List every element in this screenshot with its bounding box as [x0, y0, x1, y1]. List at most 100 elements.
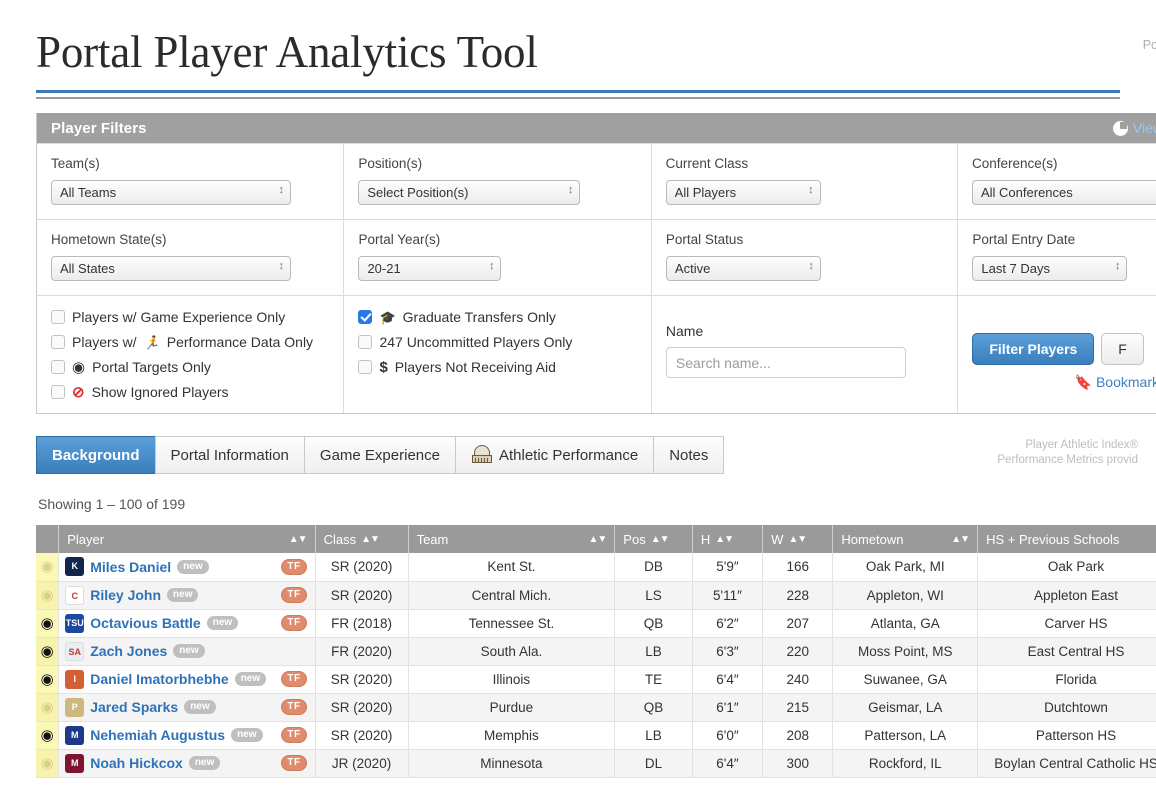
target-icon[interactable]: ◉	[41, 755, 54, 772]
table-row[interactable]: ◉ C Riley John new TF SR (2020) Central Mich. L…	[36, 581, 1156, 610]
player-name-link[interactable]: Noah Hickcox	[90, 755, 183, 771]
row-weight: 215	[762, 693, 833, 722]
player-name-link[interactable]: Nehemiah Augustus	[90, 727, 225, 743]
checkbox-box[interactable]	[51, 360, 65, 374]
player-name-link[interactable]: Jared Sparks	[90, 699, 178, 715]
row-player-cell[interactable]: P Jared Sparks new TF	[58, 693, 316, 722]
view-charts-link[interactable]: View	[1112, 120, 1156, 136]
checkbox-box[interactable]	[358, 335, 373, 349]
sort-arrows-icon[interactable]: ▲▼	[361, 534, 380, 545]
checkbox-graduate-transfers[interactable]: 🎓 Graduate Transfers Only	[358, 309, 636, 325]
row-player-cell[interactable]: TSU Octavious Battle new TF	[58, 609, 316, 638]
checkbox-box[interactable]	[51, 310, 65, 324]
col-pos[interactable]: Pos ▲▼	[614, 525, 693, 553]
checkbox-portal-targets[interactable]: ◉ Portal Targets Only	[51, 359, 329, 375]
row-player-cell[interactable]: SA Zach Jones new	[58, 637, 316, 666]
row-team: Tennessee St.	[407, 609, 615, 638]
checkbox-not-receiving-aid[interactable]: $ Players Not Receiving Aid	[358, 359, 636, 375]
col-class[interactable]: Class ▲▼	[314, 525, 409, 553]
filter-hometown-states: Hometown State(s) All States	[37, 220, 343, 295]
filter-hometown-states-select[interactable]: All States	[51, 256, 291, 281]
new-badge: new	[177, 559, 209, 574]
row-target-toggle[interactable]: ◉	[36, 693, 60, 722]
row-player-cell[interactable]: I Daniel Imatorbhebhe new TF	[58, 665, 316, 694]
row-hometown: Moss Point, MS	[832, 637, 978, 666]
col-height[interactable]: H ▲▼	[691, 525, 763, 553]
target-icon[interactable]: ◉	[41, 727, 54, 744]
target-icon[interactable]: ◉	[41, 558, 54, 575]
target-icon[interactable]: ◉	[41, 615, 54, 632]
search-input[interactable]	[665, 347, 906, 378]
col-hometown[interactable]: Hometown ▲▼	[832, 525, 978, 553]
tab-notes[interactable]: Notes	[653, 436, 725, 474]
filter-positions-select[interactable]: Select Position(s)	[358, 180, 581, 205]
tab-athletic-performance[interactable]: Athletic Performance	[454, 436, 654, 474]
col-weight[interactable]: W ▲▼	[762, 525, 833, 553]
sort-arrows-icon[interactable]: ▲▼	[589, 534, 608, 545]
row-target-toggle[interactable]: ◉	[36, 637, 60, 666]
row-player-cell[interactable]: M Noah Hickcox new TF	[58, 749, 316, 778]
filter-conferences-select[interactable]: All Conferences	[971, 180, 1156, 205]
sort-arrows-icon[interactable]: ▲▼	[715, 534, 734, 545]
filter-teams-select[interactable]: All Teams	[51, 180, 291, 205]
checkbox-247-uncommitted[interactable]: 247 Uncommitted Players Only	[358, 334, 636, 350]
dollar-icon: $	[379, 358, 388, 376]
table-row[interactable]: ◉ SA Zach Jones new FR (2020) South Ala. LB 6'3…	[36, 637, 1156, 666]
target-icon[interactable]: ◉	[41, 587, 54, 604]
col-player[interactable]: Player ▲▼	[58, 525, 316, 553]
tab-game-experience[interactable]: Game Experience	[303, 436, 455, 474]
pai-note-line1: Player Athletic Index®	[1025, 439, 1138, 451]
player-name-link[interactable]: Daniel Imatorbhebhe	[90, 671, 228, 687]
row-class: FR (2020)	[314, 637, 409, 666]
sort-arrows-icon[interactable]: ▲▼	[651, 534, 670, 545]
checkbox-performance-data[interactable]: Players w/ 🏃 Performance Data Only	[51, 334, 329, 350]
table-row[interactable]: ◉ P Jared Sparks new TF SR (2020) Purdue QB 6'1″…	[36, 693, 1156, 722]
row-target-toggle[interactable]: ◉	[36, 749, 60, 778]
row-hometown: Oak Park, MI	[832, 553, 978, 582]
row-target-toggle[interactable]: ◉	[36, 609, 60, 638]
row-target-toggle[interactable]: ◉	[36, 553, 60, 582]
row-pos: LS	[614, 581, 693, 610]
checkbox-box[interactable]	[358, 310, 373, 324]
bookmark-link[interactable]: 🔖 Bookmark	[972, 374, 1156, 391]
filter-portal-years-select[interactable]: 20-21	[358, 256, 502, 281]
row-target-toggle[interactable]: ◉	[36, 581, 60, 610]
filter-portal-status-select[interactable]: Active	[665, 256, 821, 281]
table-row[interactable]: ◉ K Miles Daniel new TF SR (2020) Kent St. DB 5'…	[36, 553, 1156, 582]
filter-players-button[interactable]: Filter Players	[972, 333, 1095, 365]
row-player-cell[interactable]: K Miles Daniel new TF	[58, 553, 316, 582]
filter-portal-years: Portal Year(s) 20-21	[343, 220, 650, 295]
team-logo-icon: P	[65, 697, 85, 717]
table-row[interactable]: ◉ I Daniel Imatorbhebhe new TF SR (2020) Illin…	[36, 665, 1156, 694]
filter-current-class-select[interactable]: All Players	[665, 180, 821, 205]
player-name-link[interactable]: Octavious Battle	[90, 615, 200, 631]
col-hometown-label: Hometown	[841, 531, 904, 547]
sort-arrows-icon[interactable]: ▲▼	[951, 534, 970, 545]
player-name-link[interactable]: Miles Daniel	[90, 559, 171, 575]
filter-portal-entry-date-select[interactable]: Last 7 Days	[972, 256, 1128, 281]
table-row[interactable]: ◉ M Nehemiah Augustus new TF SR (2020) Memphis…	[36, 721, 1156, 750]
filter-conferences-label: Conference(s)	[971, 156, 1058, 171]
target-icon[interactable]: ◉	[41, 643, 54, 660]
col-team[interactable]: Team ▲▼	[407, 525, 615, 553]
player-name-link[interactable]: Riley John	[90, 587, 161, 603]
secondary-filter-button[interactable]: F	[1101, 333, 1144, 365]
checkbox-box[interactable]	[51, 335, 65, 349]
row-target-toggle[interactable]: ◉	[36, 721, 60, 750]
sort-arrows-icon[interactable]: ▲▼	[289, 534, 308, 545]
row-player-cell[interactable]: C Riley John new TF	[58, 581, 316, 610]
tab-portal-information[interactable]: Portal Information	[154, 436, 304, 474]
row-target-toggle[interactable]: ◉	[36, 665, 60, 694]
table-row[interactable]: ◉ TSU Octavious Battle new TF FR (2018) Tennes…	[36, 609, 1156, 638]
row-player-cell[interactable]: M Nehemiah Augustus new TF	[58, 721, 316, 750]
target-icon[interactable]: ◉	[41, 671, 54, 688]
player-name-link[interactable]: Zach Jones	[90, 643, 167, 659]
target-icon[interactable]: ◉	[41, 699, 54, 716]
sort-arrows-icon[interactable]: ▲▼	[788, 534, 807, 545]
checkbox-game-experience[interactable]: Players w/ Game Experience Only	[51, 309, 329, 325]
tab-background[interactable]: Background	[36, 436, 155, 474]
checkbox-box[interactable]	[358, 360, 373, 374]
checkbox-box[interactable]	[51, 385, 65, 399]
checkbox-show-ignored[interactable]: ⊘ Show Ignored Players	[51, 384, 329, 400]
table-row[interactable]: ◉ M Noah Hickcox new TF JR (2020) Minnesota DL 6…	[36, 749, 1156, 778]
